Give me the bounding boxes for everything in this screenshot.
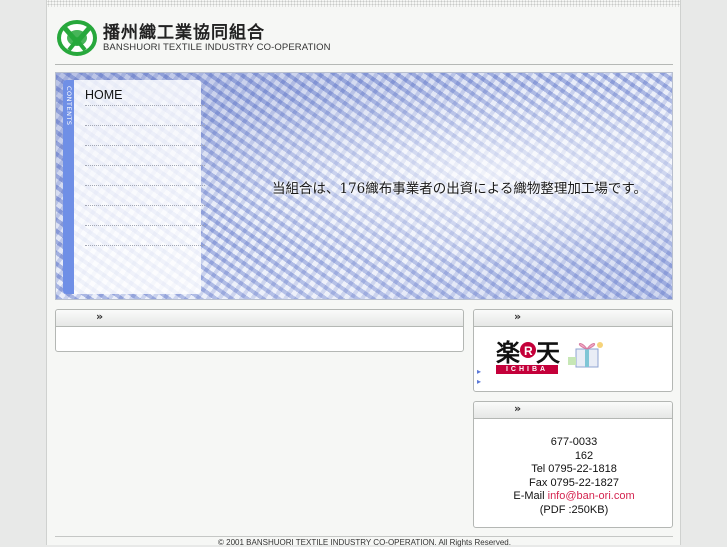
news-panel-header: » bbox=[56, 310, 463, 327]
shop-panel: » 楽 R 天 ICHIBA ▸ ▸ bbox=[473, 309, 673, 392]
hero-banner: 当組合は、176織布事業者の出資による織物整理加工場です。 CONTENTS H… bbox=[55, 72, 673, 300]
logo-mark-icon bbox=[57, 20, 97, 56]
top-dotted-border bbox=[47, 0, 680, 7]
email-label: E-Mail bbox=[513, 490, 548, 503]
contact-panel-header: » bbox=[474, 402, 672, 419]
svg-text:天: 天 bbox=[536, 338, 560, 367]
footer-copyright: © 2001 BANSHUORI TEXTILE INDUSTRY CO-OPE… bbox=[218, 538, 511, 547]
shop-panel-header: » bbox=[474, 310, 672, 327]
header-divider bbox=[55, 64, 673, 65]
gift-icon bbox=[568, 342, 603, 368]
contents-menu: CONTENTS HOME bbox=[63, 80, 205, 294]
page: 播州織工業協同組合 BANSHUORI TEXTILE INDUSTRY CO-… bbox=[46, 0, 681, 547]
logo-english-name: BANSHUORI TEXTILE INDUSTRY CO-OPERATION bbox=[103, 42, 331, 53]
menu-item[interactable] bbox=[85, 146, 205, 166]
menu-item[interactable] bbox=[85, 166, 205, 186]
contact-panel: » 677-0033 162 Tel 0795-22-1818 Fax 0795… bbox=[473, 401, 673, 528]
shop-link-bullet[interactable]: ▸ bbox=[477, 377, 481, 387]
menu-item[interactable] bbox=[85, 226, 205, 246]
rakuten-ichiba-label: ICHIBA bbox=[496, 365, 558, 374]
menu-item[interactable] bbox=[85, 106, 205, 126]
menu-item[interactable] bbox=[85, 186, 205, 206]
menu-list: HOME bbox=[85, 86, 205, 246]
footer-divider bbox=[55, 536, 673, 537]
news-panel: » bbox=[55, 309, 464, 352]
svg-text:R: R bbox=[524, 344, 533, 358]
email-line: E-Mail info@ban-ori.com bbox=[474, 490, 674, 504]
telephone: Tel 0795-22-1818 bbox=[531, 463, 617, 476]
logo-japanese-name: 播州織工業協同組合 bbox=[103, 23, 265, 43]
hero-tagline: 当組合は、176織布事業者の出資による織物整理加工場です。 bbox=[272, 181, 648, 197]
pdf-link[interactable]: (PDF :250KB) bbox=[474, 504, 674, 518]
shop-link-bullets: ▸ ▸ bbox=[477, 367, 481, 387]
contact-info: 677-0033 162 Tel 0795-22-1818 Fax 0795-2… bbox=[474, 436, 674, 518]
fax: Fax 0795-22-1827 bbox=[529, 476, 619, 489]
menu-item-home[interactable]: HOME bbox=[85, 86, 205, 106]
shop-link-bullet[interactable]: ▸ bbox=[477, 367, 481, 377]
email-link[interactable]: info@ban-ori.com bbox=[548, 490, 635, 502]
menu-item[interactable] bbox=[85, 206, 205, 226]
contents-tab: CONTENTS bbox=[63, 80, 74, 294]
rakuten-logo-icon: 楽 R 天 bbox=[496, 338, 560, 367]
svg-text:楽: 楽 bbox=[496, 338, 521, 367]
rakuten-ichiba-banner[interactable]: 楽 R 天 ICHIBA bbox=[496, 335, 606, 375]
menu-item[interactable] bbox=[85, 126, 205, 146]
shop-arrow: » bbox=[514, 310, 522, 323]
street-number: 162 bbox=[574, 449, 594, 462]
contents-tab-label: CONTENTS bbox=[65, 86, 73, 126]
postal-code: 677-0033 bbox=[550, 436, 598, 448]
news-arrow: » bbox=[96, 310, 104, 323]
site-logo[interactable]: 播州織工業協同組合 BANSHUORI TEXTILE INDUSTRY CO-… bbox=[57, 18, 367, 58]
contact-arrow: » bbox=[514, 402, 522, 415]
